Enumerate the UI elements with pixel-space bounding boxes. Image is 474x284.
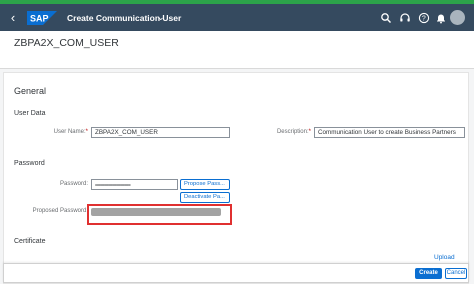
headset-icon[interactable] [399,12,411,24]
description-label: Description:* [276,129,311,135]
deactivate-password-button[interactable]: Deactivate Pa... [180,192,230,203]
password-label: Password: [59,181,88,187]
form-content [3,72,469,284]
search-icon[interactable] [380,12,392,24]
sap-logo[interactable]: SAP [27,11,57,25]
user-name-label: User Name:* [53,129,88,135]
description-input[interactable]: Communication User to create Business Pa… [314,127,465,138]
section-title-general: General [14,86,47,96]
avatar[interactable] [450,10,465,25]
upload-link[interactable]: Upload [434,254,455,261]
group-title-password: Password [14,160,45,167]
page-title: ZBPA2X_COM_USER [14,37,119,49]
group-title-certificate: Certificate [14,238,46,245]
password-input[interactable]: ••••••••••••••••••••••••••••••••••••••••… [91,179,178,190]
chevron-down-icon[interactable]: ⌄ [157,12,165,23]
highlight-box [87,204,232,225]
svg-text:?: ? [422,16,426,23]
bell-icon[interactable] [435,12,447,24]
propose-password-button[interactable]: Propose Pass... [180,179,230,190]
footer-toolbar: Create Cancel [3,263,469,283]
group-title-user-data: User Data [14,110,46,117]
cancel-button[interactable]: Cancel [445,268,467,279]
create-button[interactable]: Create [415,268,442,279]
shell-bar: ‹ SAP Create Communication User ⌄ ? [0,4,474,31]
proposed-password-label: Proposed Password: [32,208,88,214]
user-name-input[interactable]: ZBPA2X_COM_USER [91,127,230,138]
help-icon[interactable]: ? [418,12,430,24]
object-header: ZBPA2X_COM_USER [0,31,474,69]
back-icon[interactable]: ‹ [6,11,20,25]
svg-text:SAP: SAP [30,14,49,24]
